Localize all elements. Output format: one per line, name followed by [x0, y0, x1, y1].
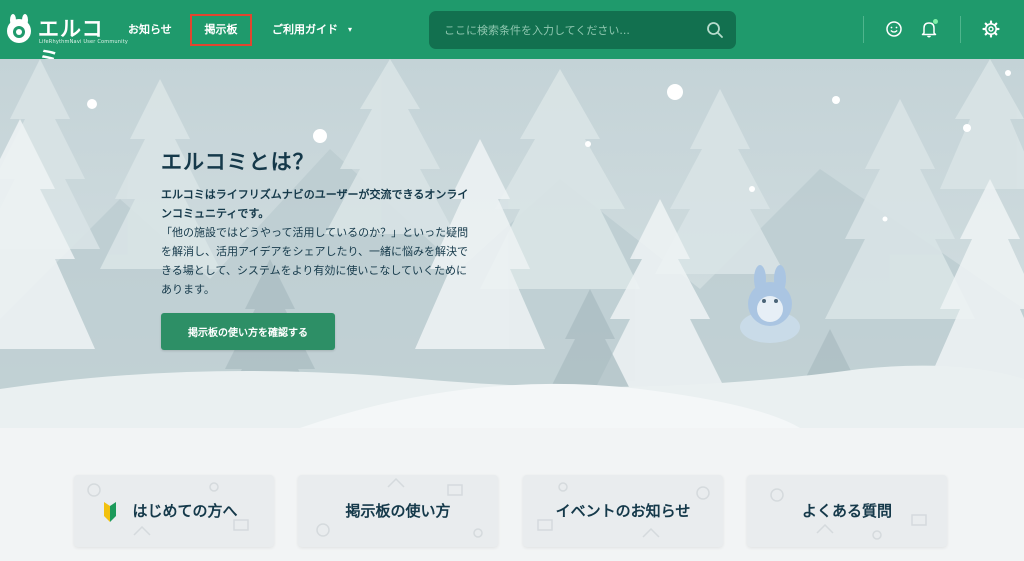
nav-news[interactable]: お知らせ: [128, 15, 172, 45]
search-icon[interactable]: [706, 21, 724, 39]
search-bar: [429, 11, 736, 49]
card-label: よくある質問: [801, 502, 892, 520]
notification-badge: [933, 19, 938, 24]
logo[interactable]: エルコミ LifeRhythmNavi User Community: [4, 10, 128, 71]
header-divider: [863, 16, 864, 43]
nav-guide[interactable]: ご利用ガイド ▾: [272, 15, 352, 45]
notification-button[interactable]: [919, 19, 939, 39]
search-input[interactable]: [429, 11, 699, 49]
hero-lead-text: エルコミはライフリズムナビのユーザーが交流できるオンラインコミュニティです。: [161, 188, 469, 220]
logo-mascot-icon: [7, 14, 31, 43]
top-header: エルコミ LifeRhythmNavi User Community お知らせ …: [0, 0, 1024, 71]
board-usage-button[interactable]: 掲示板の使い方を確認する: [161, 313, 335, 350]
card-label: イベントのお知らせ: [555, 502, 691, 520]
card-label: 掲示板の使い方: [345, 502, 451, 520]
header-divider: [960, 16, 961, 43]
card-board-usage[interactable]: 掲示板の使い方: [298, 475, 498, 547]
card-for-beginners[interactable]: はじめての方へ: [74, 475, 274, 547]
hero-title: エルコミとは？: [161, 150, 315, 174]
card-event-news[interactable]: イベントのお知らせ: [523, 475, 723, 547]
quick-links-section: はじめての方へ 掲示板の使い方 イベントのお知らせ よくある質問: [0, 428, 1024, 561]
winter-forest-illustration: [0, 59, 1024, 428]
nav-guide-label: ご利用ガイド: [272, 23, 338, 36]
hero-section: エルコミとは？ エルコミはライフリズムナビのユーザーが交流できるオンラインコミュ…: [0, 59, 1024, 428]
chevron-down-icon: ▾: [348, 25, 353, 34]
card-label: はじめての方へ: [132, 502, 238, 520]
nav-board[interactable]: 掲示板: [190, 14, 252, 46]
card-faq[interactable]: よくある質問: [747, 475, 947, 547]
gear-icon[interactable]: [981, 19, 1001, 39]
hero-body-text: 「他の施設ではどうやって活用しているのか？」といった疑問を解消し、活用アイデアを…: [161, 226, 469, 296]
logo-subtitle: LifeRhythmNavi User Community: [39, 39, 129, 45]
smile-icon[interactable]: [884, 19, 904, 39]
